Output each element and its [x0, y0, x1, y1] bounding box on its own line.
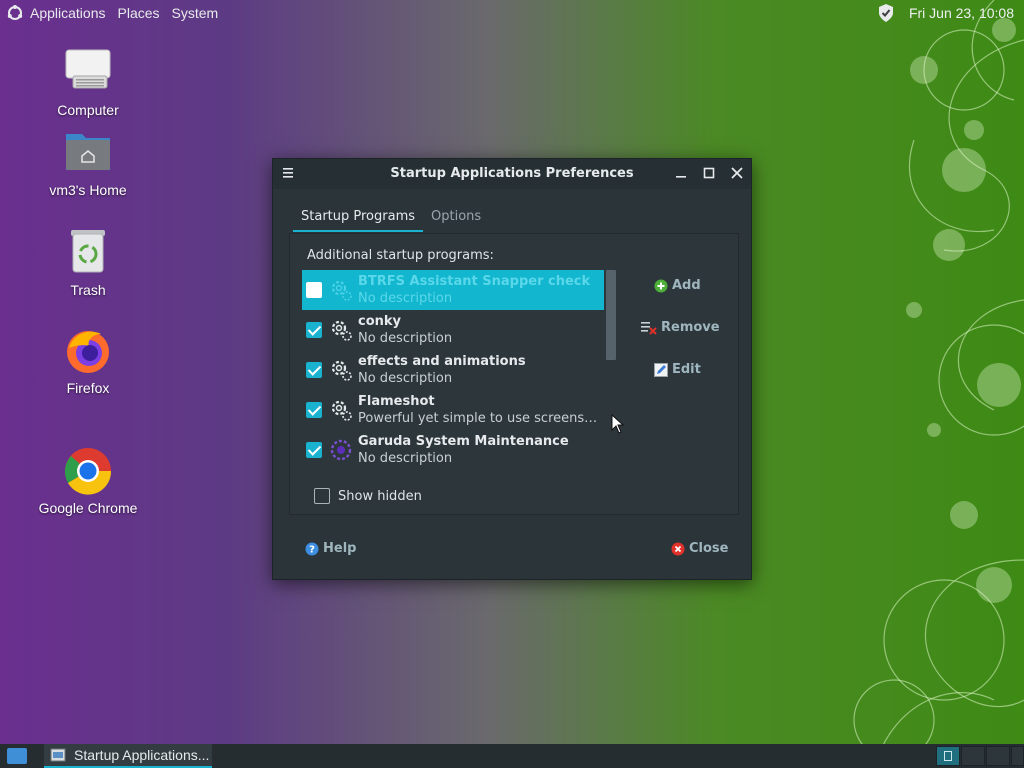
- help-label: Help: [323, 541, 357, 556]
- add-label: Add: [672, 278, 701, 293]
- scrollbar-thumb[interactable]: [606, 270, 616, 360]
- enable-checkbox[interactable]: [306, 402, 322, 418]
- desktop-icon-label: Trash: [70, 282, 106, 298]
- mouse-pointer-icon: [611, 414, 625, 434]
- desktop-icon-computer[interactable]: Computer: [33, 48, 143, 118]
- edit-label: Edit: [672, 362, 701, 377]
- remove-icon: [641, 321, 657, 335]
- desktop-icon-label: Google Chrome: [38, 500, 138, 516]
- svg-text:?: ?: [309, 544, 315, 555]
- close-label: Close: [689, 541, 729, 556]
- top-menu-bar: Applications Places System: [24, 0, 224, 26]
- menu-system[interactable]: System: [166, 0, 225, 26]
- edit-icon: [654, 362, 668, 377]
- tab-startup-programs[interactable]: Startup Programs: [293, 205, 424, 232]
- clock[interactable]: Fri Jun 23, 10:08: [909, 5, 1014, 21]
- desktop-icon-chrome[interactable]: Google Chrome: [33, 446, 143, 516]
- show-hidden-label: Show hidden: [338, 488, 422, 504]
- gear-icon: [331, 400, 352, 421]
- tab-options[interactable]: Options: [423, 205, 489, 232]
- workspace-window-thumb: [944, 751, 952, 761]
- program-description: No description: [358, 291, 453, 306]
- program-description: No description: [358, 371, 453, 386]
- taskbar-item-startup-applications[interactable]: Startup Applications...: [44, 744, 212, 768]
- show-hidden-checkbox[interactable]: [314, 488, 330, 504]
- garuda-icon: [330, 439, 352, 461]
- remove-label: Remove: [661, 320, 720, 335]
- program-name: BTRFS Assistant Snapper check: [358, 274, 591, 289]
- show-hidden-toggle[interactable]: Show hidden: [314, 488, 422, 504]
- enable-checkbox[interactable]: [306, 322, 322, 338]
- trash-icon: [63, 228, 113, 278]
- close-icon[interactable]: [729, 165, 745, 181]
- program-name: Garuda System Maintenance: [358, 434, 569, 449]
- menu-applications[interactable]: Applications: [24, 0, 112, 26]
- firefox-icon: [63, 326, 113, 376]
- workspace-2[interactable]: [961, 746, 985, 766]
- startup-applications-dialog: Startup Applications Preferences Startup…: [272, 158, 752, 580]
- gear-icon: [331, 320, 352, 341]
- list-item[interactable]: Flameshot Powerful yet simple to use scr…: [302, 390, 604, 430]
- program-description: No description: [358, 331, 453, 346]
- close-button[interactable]: Close: [671, 541, 728, 556]
- program-name: conky: [358, 314, 402, 329]
- close-circle-icon: [671, 542, 685, 555]
- menu-places[interactable]: Places: [112, 0, 166, 26]
- home-folder-icon: [63, 128, 113, 178]
- add-icon: [654, 279, 668, 292]
- desktop-icon-label: vm3's Home: [49, 182, 127, 198]
- program-name: Flameshot: [358, 394, 435, 409]
- computer-icon: [63, 48, 113, 98]
- minimize-icon[interactable]: [673, 165, 689, 181]
- help-button[interactable]: ? Help: [305, 541, 356, 556]
- workspace-1[interactable]: [936, 746, 960, 766]
- startup-programs-pane: Additional startup programs: BTRFS Assis…: [289, 233, 739, 515]
- section-label: Additional startup programs:: [307, 248, 494, 263]
- desktop-icon-trash[interactable]: Trash: [33, 228, 143, 298]
- list-item[interactable]: conky No description: [302, 310, 604, 350]
- desktop-icon-label: Computer: [57, 102, 119, 118]
- window-icon: [50, 748, 66, 762]
- enable-checkbox[interactable]: [306, 442, 322, 458]
- desktop-icon-firefox[interactable]: Firefox: [33, 326, 143, 396]
- remove-button[interactable]: Remove: [641, 320, 720, 335]
- show-desktop-icon[interactable]: [6, 747, 28, 765]
- dialog-titlebar[interactable]: Startup Applications Preferences: [273, 159, 751, 189]
- list-scrollbar[interactable]: [606, 270, 618, 360]
- desktop-icon-home[interactable]: vm3's Home: [33, 128, 143, 198]
- dialog-tabs: Startup Programs Options: [293, 205, 489, 232]
- chrome-icon: [63, 446, 113, 496]
- top-right-tray: Fri Jun 23, 10:08: [877, 0, 1014, 26]
- program-description: No description: [358, 451, 453, 466]
- applications-menu-icon[interactable]: [6, 4, 24, 22]
- startup-programs-list[interactable]: BTRFS Assistant Snapper check No descrip…: [302, 270, 604, 478]
- top-panel: Applications Places System Fri Jun 23, 1…: [0, 0, 1024, 26]
- help-icon: ?: [305, 542, 319, 555]
- program-description: Powerful yet simple to use screenshot so…: [358, 411, 604, 426]
- program-name: effects and animations: [358, 354, 526, 369]
- desktop-icon-label: Firefox: [66, 380, 110, 396]
- gear-icon: [331, 280, 352, 301]
- add-button[interactable]: Add: [654, 278, 701, 293]
- shield-icon[interactable]: [877, 3, 895, 23]
- enable-checkbox[interactable]: [306, 362, 322, 378]
- list-item[interactable]: BTRFS Assistant Snapper check No descrip…: [302, 270, 604, 310]
- maximize-icon[interactable]: [701, 165, 717, 181]
- list-item[interactable]: effects and animations No description: [302, 350, 604, 390]
- workspace-3[interactable]: [986, 746, 1010, 766]
- gear-icon: [331, 360, 352, 381]
- enable-checkbox[interactable]: [306, 282, 322, 298]
- list-item[interactable]: Garuda System Maintenance No description: [302, 430, 604, 470]
- bottom-taskbar: Startup Applications...: [0, 744, 1024, 768]
- workspace-4[interactable]: [1011, 746, 1024, 766]
- edit-button[interactable]: Edit: [654, 362, 701, 377]
- taskbar-item-label: Startup Applications...: [74, 747, 210, 763]
